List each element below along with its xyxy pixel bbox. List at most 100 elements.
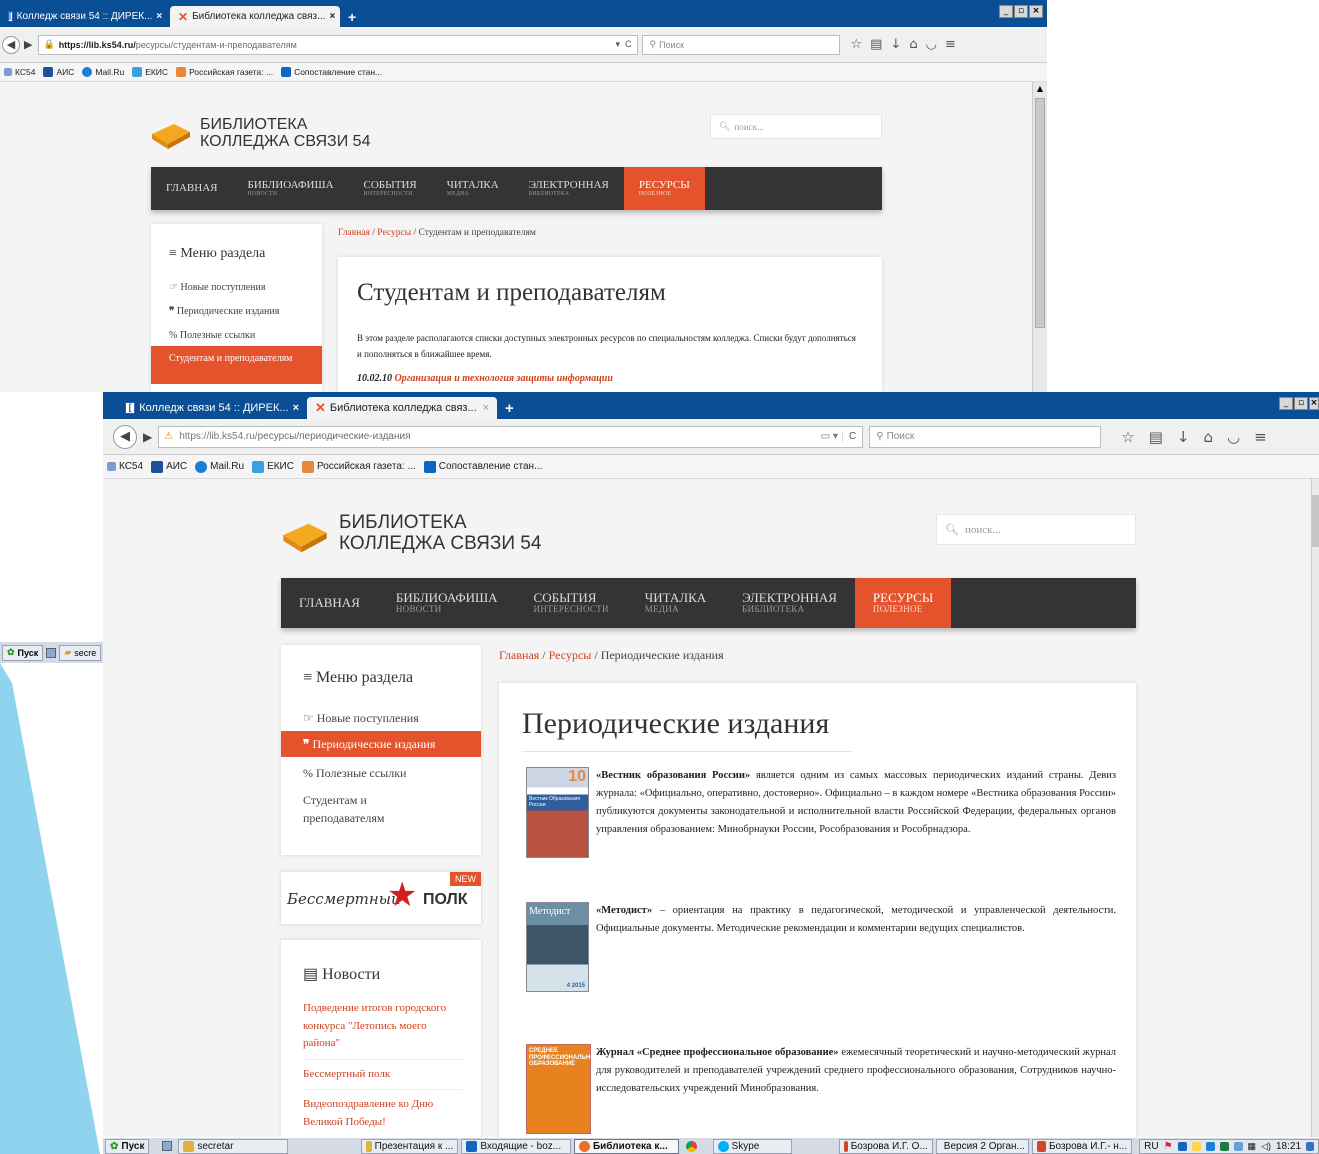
- news-item[interactable]: Подведение итогов городского конкурса "Л…: [303, 1000, 463, 1060]
- close-tab-icon[interactable]: ×: [156, 11, 162, 22]
- bookmark-mailru[interactable]: Mail.Ru: [195, 460, 244, 473]
- nav-sobytiya[interactable]: СОБЫТИЯ ИНТЕРЕСНОСТИ: [349, 167, 432, 210]
- bookmark-linkedin[interactable]: Сопоставление стан...: [423, 460, 542, 473]
- crumb-resources[interactable]: Ресурсы: [377, 228, 411, 238]
- taskbar-presentation[interactable]: Презентация к ...: [360, 1138, 459, 1154]
- menu-icon[interactable]: ≡: [945, 37, 956, 52]
- tray-network-icon[interactable]: [1191, 1141, 1201, 1151]
- close-tab-icon[interactable]: ×: [329, 11, 335, 22]
- back-button-icon[interactable]: ◀: [2, 35, 20, 54]
- bookmark-rg[interactable]: Российская газета: ...: [176, 67, 273, 77]
- nav-elektronnaya[interactable]: ЭЛЕКТРОННАЯ БИБЛИОТЕКА: [514, 167, 624, 210]
- language-indicator[interactable]: RU: [1144, 1141, 1158, 1152]
- crumb-home[interactable]: Главная: [338, 228, 370, 238]
- taskbar-secretar[interactable]: secretar: [178, 1138, 288, 1154]
- nav-elektronnaya[interactable]: ЭЛЕКТРОННАЯ БИБЛИОТЕКА: [724, 578, 855, 628]
- spo-cover-image[interactable]: СРЕДНЕЕ ПРОФЕССИОНАЛЬНОЕ ОБРАЗОВАНИЕ: [526, 1044, 599, 1134]
- bookmark-ekis[interactable]: ЕКИС: [252, 460, 294, 473]
- tray-shield-icon[interactable]: [1233, 1141, 1243, 1151]
- tray-flag-icon[interactable]: ⚑: [1164, 1141, 1173, 1152]
- reload-icon[interactable]: ▾ C: [615, 39, 631, 50]
- tray-excel-icon[interactable]: [1219, 1141, 1229, 1151]
- metodist-cover-image[interactable]: Методист 4 2015: [526, 902, 589, 992]
- front-scrollbar[interactable]: [1311, 479, 1319, 1137]
- reading-list-icon[interactable]: ▤: [870, 37, 882, 52]
- menu-periodicals[interactable]: ❞ Периодические издания: [281, 731, 481, 757]
- tray-app-icon[interactable]: [1205, 1141, 1215, 1151]
- pocket-icon[interactable]: ◡: [926, 37, 937, 52]
- menu-useful-links[interactable]: % Полезные ссылки: [303, 766, 406, 781]
- news-item[interactable]: Бессмертный полк: [303, 1060, 463, 1091]
- bookmark-ais[interactable]: АИС: [43, 67, 74, 77]
- bookmark-mailru[interactable]: Mail.Ru: [82, 67, 124, 77]
- back-button-icon[interactable]: ◀: [113, 424, 137, 449]
- back-tab-library[interactable]: ✕ Библиотека колледжа связ... ×: [170, 6, 340, 27]
- nav-biblioafisha[interactable]: БИБЛИОАФИША НОВОСТИ: [378, 578, 516, 628]
- secretar-taskbar-item[interactable]: ▰ secre: [59, 644, 102, 661]
- reader-view-icon[interactable]: ▭ ▾: [821, 431, 838, 442]
- site-logo[interactable]: БИБЛИОТЕКА КОЛЛЕДЖА СВЯЗИ 54: [281, 512, 541, 554]
- nav-resursy[interactable]: РЕСУРСЫ ПОЛЕЗНОЕ: [623, 167, 705, 210]
- news-item[interactable]: Видеопоздравление ко Дню Великой Победы!: [303, 1090, 463, 1131]
- close-window-button[interactable]: ×: [1029, 5, 1043, 18]
- bookmark-ks54[interactable]: КС54: [4, 67, 35, 77]
- front-browser-search[interactable]: ⚲ Поиск: [869, 425, 1102, 448]
- nav-biblioafisha[interactable]: БИБЛИОАФИША НОВОСТИ: [233, 167, 349, 210]
- site-logo[interactable]: БИБЛИОТЕКА КОЛЛЕДЖА СВЯЗИ 54: [150, 116, 370, 151]
- tray-network-status-icon[interactable]: ▦: [1248, 1141, 1257, 1152]
- volume-icon[interactable]: ◁): [1261, 1141, 1271, 1152]
- maximize-button[interactable]: ▫: [1014, 5, 1028, 18]
- nav-glavnaya[interactable]: ГЛАВНАЯ: [151, 167, 233, 210]
- start-button[interactable]: ✿ Пуск: [2, 644, 44, 661]
- taskbar-firefox-library[interactable]: Библиотека к...: [573, 1138, 679, 1154]
- front-url-bar[interactable]: ⚠ https://lib.ks54.ru/ ресурсы/периодиче…: [158, 425, 864, 448]
- bookmark-linkedin[interactable]: Сопоставление стан...: [281, 67, 382, 77]
- close-tab-icon[interactable]: ×: [483, 402, 489, 414]
- taskbar-powerpoint-3[interactable]: Бозрова И.Г.- н...: [1032, 1138, 1133, 1154]
- menu-new-arrivals[interactable]: ☞ Новые поступления: [169, 282, 265, 293]
- nav-chitalka[interactable]: ЧИТАЛКА МЕДИА: [432, 167, 514, 210]
- scroll-thumb[interactable]: [1312, 495, 1319, 547]
- taskbar-powerpoint-1[interactable]: Бозрова И.Г. О...: [839, 1138, 933, 1154]
- show-desktop-icon[interactable]: [162, 1141, 173, 1151]
- forward-button-icon[interactable]: ▶: [143, 430, 152, 444]
- nav-glavnaya[interactable]: ГЛАВНАЯ: [281, 578, 378, 628]
- back-tab-college[interactable]: [ Колледж связи 54 :: ДИРЕК... ×: [0, 6, 170, 27]
- bookmark-star-icon[interactable]: ☆: [850, 37, 862, 52]
- menu-students-teachers[interactable]: Студентам и преподавателям: [303, 791, 433, 827]
- site-search-input[interactable]: 🔍︎ поиск...: [710, 114, 882, 139]
- download-icon[interactable]: ↓: [890, 37, 901, 52]
- menu-icon[interactable]: ≡: [1254, 428, 1267, 446]
- reload-icon[interactable]: C: [842, 431, 856, 442]
- bookmark-ais[interactable]: АИС: [151, 460, 187, 473]
- menu-new-arrivals[interactable]: ☞ Новые поступления: [303, 711, 419, 726]
- back-url-bar[interactable]: 🔒 https://lib.ks54.ru/ ресурсы/студентам…: [38, 34, 639, 55]
- show-desktop-icon[interactable]: [46, 647, 57, 658]
- taskbar-chrome[interactable]: [682, 1139, 710, 1154]
- home-icon[interactable]: ⌂: [909, 37, 917, 52]
- back-scrollbar[interactable]: ▲: [1032, 82, 1047, 392]
- start-button[interactable]: ✿ Пуск: [105, 1138, 150, 1154]
- minimize-button[interactable]: _: [1279, 397, 1293, 410]
- scroll-up-arrow-icon[interactable]: ▲: [1033, 82, 1047, 96]
- bookmark-rg[interactable]: Российская газета: ...: [301, 460, 416, 473]
- minimize-button[interactable]: _: [999, 5, 1013, 18]
- back-browser-search[interactable]: ⚲ Поиск: [642, 34, 841, 55]
- forward-button-icon[interactable]: ▶: [24, 38, 32, 51]
- immortal-regiment-banner[interactable]: NEW Бессмертный ★ ПОЛК: [281, 872, 481, 924]
- close-tab-icon[interactable]: ×: [293, 402, 299, 414]
- download-icon[interactable]: ↓: [1177, 428, 1190, 446]
- nav-resursy[interactable]: РЕСУРСЫ ПОЛЕЗНОЕ: [854, 578, 952, 628]
- bookmark-ks54[interactable]: КС54: [107, 461, 143, 472]
- crumb-home[interactable]: Главная: [499, 648, 539, 662]
- specialty-link[interactable]: Организация и технология защиты информац…: [395, 373, 613, 384]
- close-window-button[interactable]: ×: [1309, 397, 1319, 410]
- scroll-thumb[interactable]: [1035, 98, 1045, 328]
- taskbar-skype[interactable]: Skype: [712, 1138, 793, 1154]
- taskbar-powerpoint-2[interactable]: Версия 2 Орган...: [935, 1138, 1030, 1154]
- reading-list-icon[interactable]: ▤: [1149, 428, 1163, 446]
- maximize-button[interactable]: ▫: [1294, 397, 1308, 410]
- menu-periodicals[interactable]: ❞ Периодические издания: [169, 306, 279, 317]
- site-search-input[interactable]: 🔍︎ поиск...: [936, 514, 1136, 545]
- vestnik-cover-image[interactable]: 10 Вестник Образования России: [526, 767, 589, 858]
